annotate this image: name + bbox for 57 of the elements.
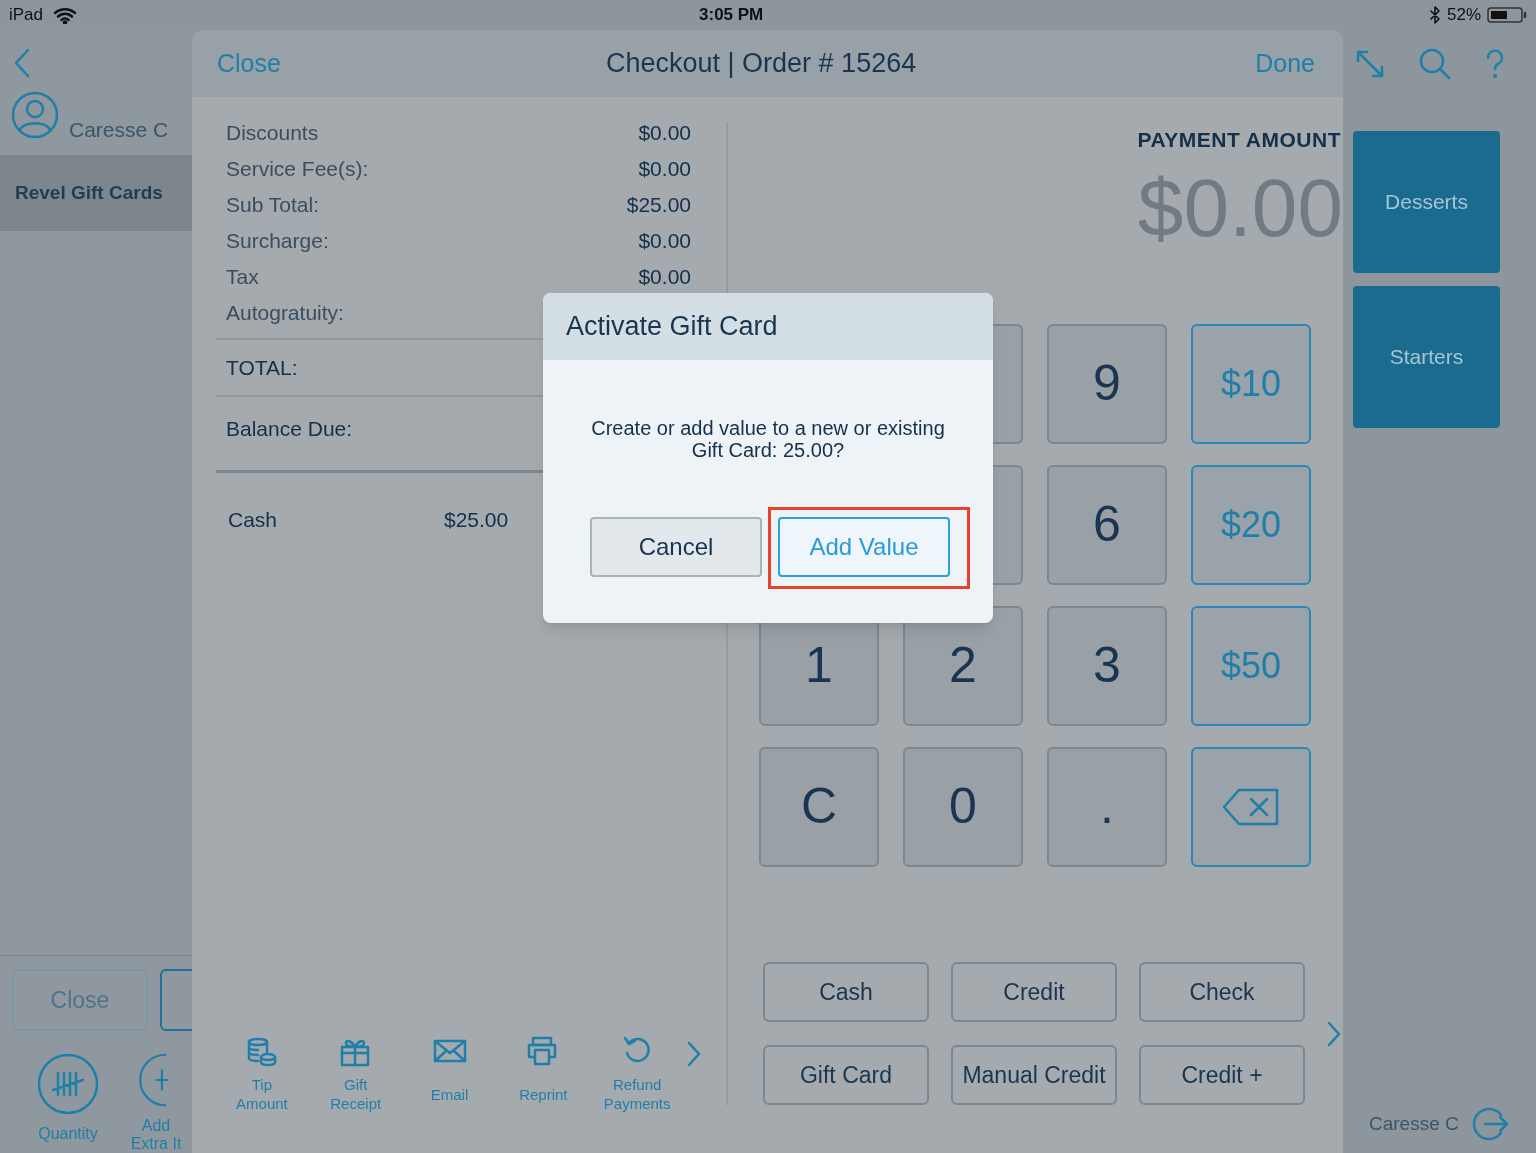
summary-label: Discounts [226,120,319,147]
summary-label: Balance Due: [226,416,353,442]
chevron-right-icon[interactable] [1327,1020,1341,1047]
summary-label: TOTAL: [226,354,298,381]
payment-method-button[interactable]: Gift Card [763,1045,929,1105]
keypad-key[interactable]: 0 [903,746,1023,867]
clock: 3:05 PM [699,4,764,27]
user-name: Caresse C [69,116,169,143]
keypad-key[interactable]: C [759,746,879,867]
category-list-item[interactable]: Revel Gift Cards [0,155,192,231]
wifi-icon [53,6,78,24]
summary-value: $0.00 [638,264,691,291]
summary-value: $0.00 [638,228,691,255]
dialog-button[interactable]: Add Value [778,517,950,577]
keypad-key[interactable]: 3 [1047,605,1167,726]
search-icon[interactable] [1419,48,1451,80]
payment-method: Cash [228,507,279,534]
backspace-icon [1221,786,1281,827]
summary-value: $0.00 [638,156,691,183]
resize-arrows-icon[interactable] [1355,49,1385,79]
summary-label: Autogratuity: [226,300,344,327]
dialog-title: Activate Gift Card [543,293,993,360]
logout-icon[interactable] [1470,1107,1509,1141]
summary-label: Service Fee(s): [226,156,369,183]
user-name: Caresse C [1369,1111,1459,1136]
device-name: iPad [9,4,44,27]
help-icon[interactable] [1485,49,1505,79]
summary-label: Surcharge: [226,228,329,255]
dialog-message: Create or add value to a new or existing Gift Card: 25.00? [590,417,946,461]
dialog-button[interactable]: Cancel [590,517,762,577]
category-tile[interactable]: Desserts [1353,131,1500,273]
keypad-key[interactable]: 6 [1047,464,1167,585]
battery-percent: 52% [1446,4,1481,27]
sheet-title: Checkout | Order # 15264 [606,47,917,81]
payment-amount-label: PAYMENT AMOUNT [1137,127,1341,153]
tally-icon[interactable] [37,1053,99,1115]
back-chevron-icon[interactable] [12,47,32,79]
summary-label: Tax [226,264,259,291]
keypad-key[interactable]: 9 [1047,323,1167,444]
summary-value: $25.00 [626,192,691,219]
battery-icon [1487,6,1527,24]
summary-label: Sub Total: [226,192,319,219]
payment-method-button[interactable]: Credit + [1139,1045,1305,1105]
payment-method-button[interactable]: Cash [763,962,929,1022]
chevron-right-icon[interactable] [687,1041,702,1067]
action-label: Add Extra It [129,1117,183,1153]
bluetooth-icon [1428,6,1441,24]
summary-value: $0.00 [638,120,691,147]
keypad-key[interactable]: . [1047,746,1167,867]
user-avatar-icon [11,91,59,139]
category-tile[interactable]: Starters [1353,286,1500,428]
payment-method-button[interactable]: Credit [951,962,1117,1022]
payment-method-button[interactable]: Manual Credit [951,1045,1117,1105]
payment-method-button[interactable]: Check [1139,962,1305,1022]
action-label: Quantity [38,1125,98,1143]
payment-amount: $25.00 [444,507,509,534]
backspace-key[interactable] [1191,746,1311,867]
